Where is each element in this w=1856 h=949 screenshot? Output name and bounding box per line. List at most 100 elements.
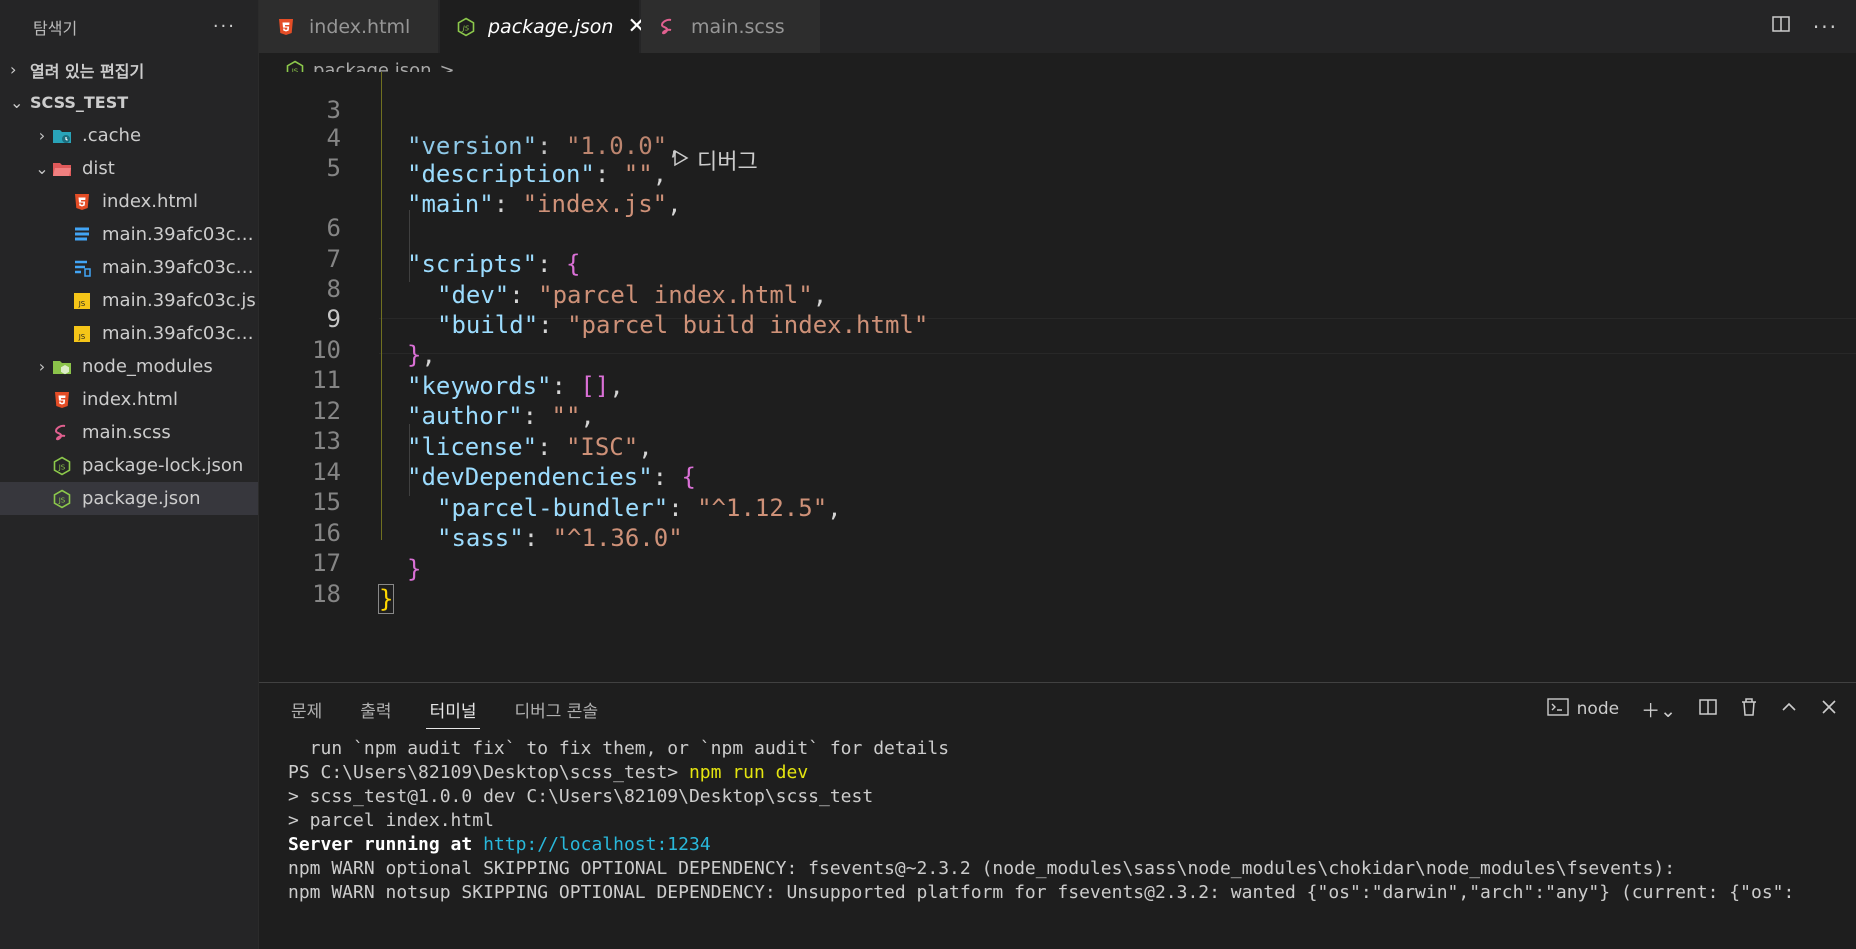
- tree-item-main-js[interactable]: JS main.39afc03c.js: [0, 284, 258, 317]
- html-file-icon: [72, 192, 92, 212]
- bottom-panel: 문제 출력 터미널 디버그 콘솔 node ＋⌄ run `npm audit …: [259, 682, 1856, 949]
- new-terminal-icon[interactable]: ＋⌄: [1641, 696, 1676, 723]
- terminal-icon: [1546, 697, 1569, 722]
- panel-actions: node ＋⌄: [1546, 683, 1838, 735]
- tab-main-scss[interactable]: main.scss: [641, 0, 821, 53]
- terminal-line: PS C:\Users\82109\Desktop\scss_test> npm…: [288, 761, 1856, 785]
- code-editor[interactable]: 3 "version": "1.0.0", 4 "description": "…: [259, 72, 1856, 682]
- node-modules-folder-icon: [52, 357, 72, 377]
- open-editors-section[interactable]: › 열려 있는 편집기: [0, 53, 258, 86]
- project-label: SCSS_TEST: [30, 93, 129, 112]
- cache-folder-icon: [52, 126, 72, 146]
- tree-item-main-css-map[interactable]: main.39afc03c.css.map: [0, 251, 258, 284]
- explorer-header: 탐색기 ···: [0, 0, 258, 53]
- tree-item-node-modules[interactable]: › node_modules: [0, 350, 258, 383]
- tab-terminal[interactable]: 터미널: [425, 683, 481, 735]
- tree-item-label: main.39afc03c.css: [102, 224, 258, 245]
- line-code: }: [377, 584, 395, 614]
- explorer-sidebar: 탐색기 ··· › 열려 있는 편집기 ⌄ SCSS_TEST › .cache…: [0, 0, 259, 949]
- tab-problems[interactable]: 문제: [291, 683, 322, 735]
- terminal-line: run `npm audit fix` to fix them, or `npm…: [288, 738, 950, 759]
- svg-text:JS: JS: [78, 333, 86, 341]
- tree-item-index-html[interactable]: index.html: [0, 383, 258, 416]
- code-line: 5 "main": "index.js",: [259, 114, 1729, 218]
- tab-output[interactable]: 출력: [360, 683, 391, 735]
- terminal-line: > scss_test@1.0.0 dev C:\Users\82109\Des…: [288, 786, 874, 807]
- svg-text:JS: JS: [58, 496, 66, 504]
- dist-folder-icon: [52, 159, 72, 179]
- terminal-line: npm WARN notsup SKIPPING OPTIONAL DEPEND…: [288, 882, 1795, 903]
- sass-file-icon: [52, 423, 72, 443]
- css-map-file-icon: [72, 258, 92, 278]
- sass-file-icon: [657, 16, 679, 38]
- close-icon[interactable]: [1820, 698, 1838, 721]
- play-icon: [673, 148, 689, 173]
- tree-item-label: main.scss: [82, 422, 171, 443]
- server-running-label: Server running at: [288, 834, 484, 855]
- tab-index-html[interactable]: index.html: [259, 0, 439, 53]
- chevron-right-icon: ›: [38, 126, 46, 145]
- svg-text:JS: JS: [461, 24, 470, 32]
- css-file-icon: [72, 225, 92, 245]
- html-file-icon: [275, 16, 297, 38]
- tab-label: package.json: [488, 15, 614, 38]
- tree-item-label: .cache: [82, 125, 142, 146]
- editor-actions: ···: [1771, 0, 1838, 53]
- tree-item-label: dist: [82, 158, 115, 179]
- chevron-right-icon: ›: [10, 60, 17, 79]
- tree-item-label: index.html: [102, 191, 198, 212]
- tree-item-main-js-map[interactable]: JS main.39afc03c.js.map: [0, 317, 258, 350]
- tab-label: index.html: [309, 15, 411, 38]
- more-actions-icon[interactable]: ···: [1813, 15, 1838, 39]
- tab-debug-console[interactable]: 디버그 콘솔: [514, 683, 598, 735]
- nodejs-file-icon: JS: [456, 16, 476, 38]
- split-editor-icon[interactable]: [1771, 14, 1791, 39]
- tree-item-dist[interactable]: ⌄ dist: [0, 152, 258, 185]
- terminal-line: > parcel index.html: [288, 810, 494, 831]
- maximize-panel-icon[interactable]: [1780, 698, 1798, 721]
- project-section[interactable]: ⌄ SCSS_TEST: [0, 86, 258, 119]
- line-number: 18: [312, 580, 341, 608]
- tree-item-package-lock-json[interactable]: JS package-lock.json: [0, 449, 258, 482]
- editor-tabs: index.html JS package.json ✕ main.scss ·…: [259, 0, 1856, 53]
- terminal-selector[interactable]: node: [1546, 697, 1620, 722]
- nodejs-file-icon: JS: [52, 456, 72, 476]
- tree-item-dist-index-html[interactable]: index.html: [0, 185, 258, 218]
- html-file-icon: [52, 390, 72, 410]
- terminal-line: Server running at http://localhost:1234: [288, 833, 1856, 857]
- split-terminal-icon[interactable]: [1698, 697, 1718, 722]
- tree-item-main-scss[interactable]: main.scss: [0, 416, 258, 449]
- tree-item-label: node_modules: [82, 356, 213, 377]
- tree-item-label: package-lock.json: [82, 455, 244, 476]
- nodejs-file-icon: JS: [52, 489, 72, 509]
- svg-text:JS: JS: [78, 300, 86, 308]
- js-map-file-icon: JS: [72, 324, 92, 344]
- debug-codelens[interactable]: 디버그: [673, 144, 758, 176]
- tree-item-label: main.39afc03c.js: [102, 290, 256, 311]
- explorer-title: 탐색기: [33, 18, 78, 38]
- tree-item-main-css[interactable]: main.39afc03c.css: [0, 218, 258, 251]
- tree-item-cache[interactable]: › .cache: [0, 119, 258, 152]
- trash-icon[interactable]: [1740, 697, 1758, 722]
- chevron-down-icon: ⌄: [10, 93, 24, 112]
- tree-item-label: main.39afc03c.css.map: [102, 257, 258, 278]
- codelens-label: 디버그: [697, 150, 758, 175]
- chevron-down-icon: ⌄: [35, 159, 49, 178]
- tab-package-json[interactable]: JS package.json ✕: [440, 0, 646, 53]
- terminal-output[interactable]: run `npm audit fix` to fix them, or `npm…: [288, 737, 1856, 905]
- more-actions-icon[interactable]: ···: [213, 16, 236, 37]
- tree-item-package-json[interactable]: JS package.json: [0, 482, 258, 515]
- terminal-prompt: PS C:\Users\82109\Desktop\scss_test>: [288, 762, 689, 783]
- terminal-name: node: [1576, 699, 1620, 719]
- server-url[interactable]: http://localhost:1234: [483, 834, 711, 855]
- tree-item-label: main.39afc03c.js.map: [102, 323, 258, 344]
- code-line: 18: [259, 540, 1729, 608]
- chevron-right-icon: ›: [38, 357, 46, 376]
- js-file-icon: JS: [72, 291, 92, 311]
- tree-item-label: index.html: [82, 389, 178, 410]
- terminal-line: npm WARN optional SKIPPING OPTIONAL DEPE…: [288, 858, 1676, 879]
- tab-label: main.scss: [691, 15, 785, 38]
- panel-tabs: 문제 출력 터미널 디버그 콘솔: [259, 683, 636, 735]
- svg-text:JS: JS: [58, 463, 66, 471]
- tree-item-label: package.json: [82, 488, 201, 509]
